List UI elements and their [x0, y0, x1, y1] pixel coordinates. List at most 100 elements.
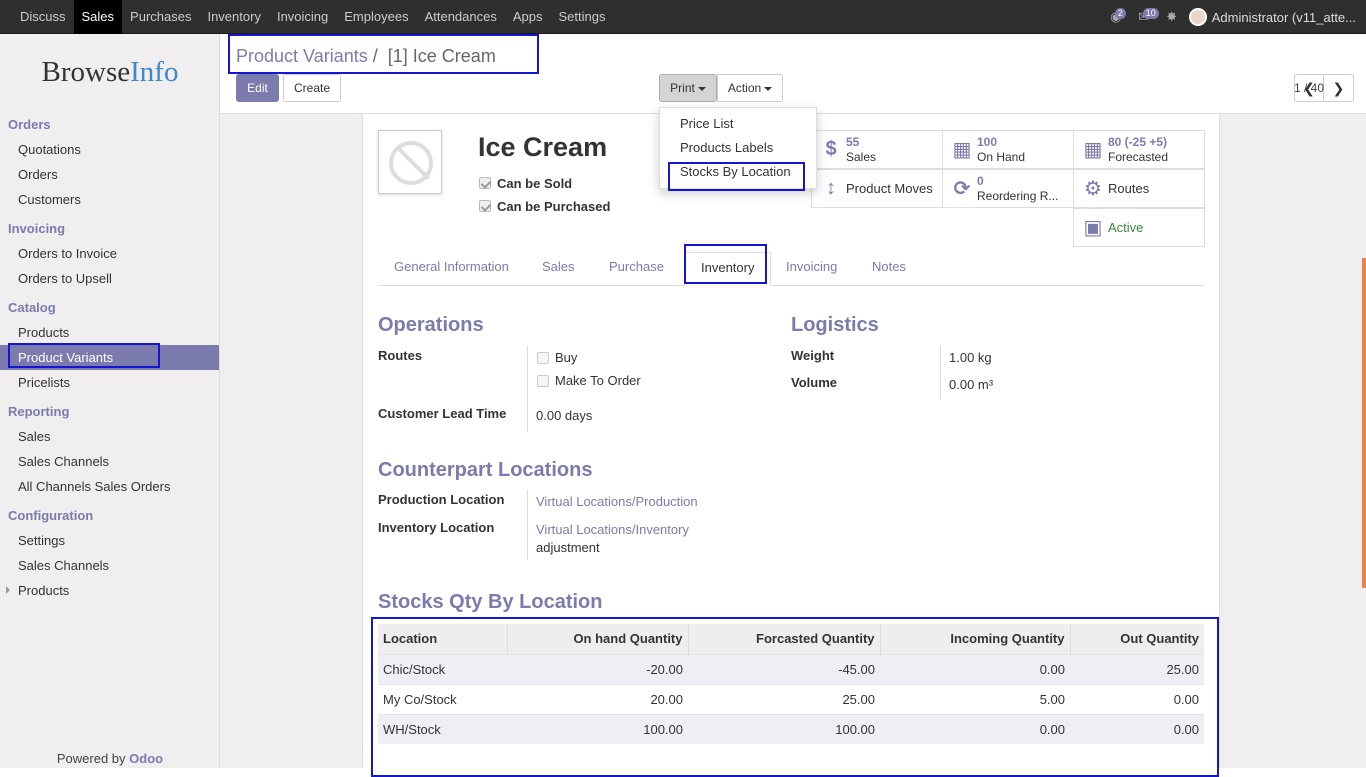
weight-value: 1.00 kg [949, 350, 992, 365]
product-image[interactable] [378, 130, 442, 194]
control-panel: Product Variants / [1] Ice Cream Edit Cr… [220, 34, 1366, 114]
col-forecasted[interactable]: Forcasted Quantity [688, 624, 881, 654]
route-buy-field[interactable]: Buy [537, 350, 577, 365]
inventory-location-value-line2: adjustment [536, 540, 600, 555]
forecast-smart-button[interactable]: ▦ 80 (-25 +5) Forecasted [1073, 130, 1205, 169]
menu-purchases[interactable]: Purchases [122, 0, 199, 34]
menu-attendances[interactable]: Attendances [417, 0, 505, 34]
can-be-purchased-checkbox[interactable] [479, 200, 491, 212]
table-row[interactable]: WH/Stock 100.00 100.00 0.00 0.00 [378, 713, 1204, 744]
sidebar-section-invoicing: Invoicing [8, 221, 66, 236]
arrows-vertical-icon: ↕ [826, 177, 836, 199]
chat-badge: 2 [1114, 8, 1126, 19]
form-notebook-tabs: General Information Sales Purchase Inven… [378, 252, 1204, 286]
bug-icon[interactable]: ✸ [1161, 0, 1183, 34]
lead-time-value: 0.00 days [536, 408, 593, 423]
route-buy-checkbox[interactable] [537, 351, 549, 364]
main-menu: Discuss Sales Purchases Inventory Invoic… [12, 0, 613, 34]
can-be-sold-checkbox[interactable] [479, 177, 491, 189]
breadcrumb-current: [1] Ice Cream [387, 46, 496, 66]
tab-notes[interactable]: Notes [856, 252, 922, 285]
sales-smart-button[interactable]: $ 55 Sales [811, 130, 943, 169]
user-name: Administrator (v11_atte... [1211, 9, 1356, 25]
onhand-smart-button[interactable]: ▦ 100 On Hand [942, 130, 1074, 169]
sidebar-item-config-products[interactable]: Products [0, 578, 219, 603]
can-be-purchased-field[interactable]: Can be Purchased [479, 197, 610, 215]
production-location-label: Production Location [378, 492, 505, 507]
print-dropdown-menu: Price List Products Labels Stocks By Loc… [659, 107, 817, 189]
sidebar-item-pricelists[interactable]: Pricelists [0, 370, 219, 395]
chat-icon[interactable]: ◉2 [1105, 0, 1127, 34]
inventory-location-link[interactable]: Virtual Locations/Inventory [536, 522, 689, 537]
sidebar-item-orders[interactable]: Orders [0, 162, 219, 187]
gears-icon: ⚙ [1084, 178, 1102, 200]
inventory-location-label: Inventory Location [378, 520, 495, 535]
tab-general-information[interactable]: General Information [378, 252, 525, 285]
create-button[interactable]: Create [283, 74, 341, 102]
refresh-icon: ⟳ [953, 178, 971, 200]
dollar-icon: $ [825, 138, 837, 160]
field-divider [940, 346, 941, 400]
menu-sales[interactable]: Sales [73, 0, 123, 34]
odoo-link[interactable]: Odoo [129, 751, 163, 766]
breadcrumb-parent[interactable]: Product Variants [236, 46, 368, 66]
col-out[interactable]: Out Quantity [1070, 624, 1204, 654]
col-location[interactable]: Location [378, 624, 508, 654]
table-header-row: Location On hand Quantity Forcasted Quan… [378, 624, 1204, 654]
print-menu-products-labels[interactable]: Products Labels [660, 136, 816, 160]
routes-smart-button[interactable]: ⚙ Routes [1073, 169, 1205, 208]
pager-value[interactable]: 1 / 40 [1294, 81, 1324, 95]
sidebar-item-product-variants[interactable]: Product Variants [0, 345, 219, 370]
sidebar-item-all-channels-sales-orders[interactable]: All Channels Sales Orders [0, 474, 219, 499]
menu-settings[interactable]: Settings [551, 0, 614, 34]
sidebar-item-config-sales-channels[interactable]: Sales Channels [0, 553, 219, 578]
edit-button[interactable]: Edit [236, 74, 279, 102]
reordering-smart-button[interactable]: ⟳ 0 Reordering R... [942, 169, 1074, 208]
menu-employees[interactable]: Employees [336, 0, 416, 34]
tab-sales[interactable]: Sales [526, 252, 591, 285]
building-icon: ▦ [1083, 139, 1103, 161]
menu-invoicing[interactable]: Invoicing [269, 0, 336, 34]
sidebar-item-customers[interactable]: Customers [0, 187, 219, 212]
route-mto-field[interactable]: Make To Order [537, 373, 641, 388]
product-moves-smart-button[interactable]: ↕ Product Moves [811, 169, 943, 208]
volume-value: 0.00 m³ [949, 377, 994, 392]
active-toggle-button[interactable]: ▣ Active [1073, 208, 1205, 247]
table-row[interactable]: Chic/Stock -20.00 -45.00 0.00 25.00 [378, 653, 1204, 684]
menu-inventory[interactable]: Inventory [199, 0, 268, 34]
product-name: Ice Cream [478, 132, 608, 162]
user-menu[interactable]: Administrator (v11_atte... [1188, 8, 1366, 26]
sidebar-section-configuration: Configuration [8, 508, 94, 523]
sidebar-item-settings[interactable]: Settings [0, 528, 219, 553]
table-row[interactable]: My Co/Stock 20.00 25.00 5.00 0.00 [378, 683, 1204, 714]
print-menu-price-list[interactable]: Price List [660, 112, 816, 136]
sidebar-item-reporting-sales[interactable]: Sales [0, 424, 219, 449]
sidebar: BrowseInfo Orders Quotations Orders Cust… [0, 34, 220, 768]
menu-apps[interactable]: Apps [505, 0, 551, 34]
sidebar-item-quotations[interactable]: Quotations [0, 137, 219, 162]
avatar [1188, 8, 1207, 26]
col-onhand[interactable]: On hand Quantity [507, 624, 689, 654]
print-button[interactable]: Print [659, 74, 717, 102]
can-be-sold-field[interactable]: Can be Sold [479, 174, 572, 192]
sidebar-item-sales-channels[interactable]: Sales Channels [0, 449, 219, 474]
pager-next-button[interactable]: ❯ [1324, 74, 1354, 102]
tab-invoicing[interactable]: Invoicing [770, 252, 853, 285]
tab-purchase[interactable]: Purchase [593, 252, 680, 285]
print-menu-stocks-by-location[interactable]: Stocks By Location [660, 160, 816, 184]
sidebar-item-orders-to-upsell[interactable]: Orders to Upsell [0, 266, 219, 291]
sidebar-item-products[interactable]: Products [0, 320, 219, 345]
building-icon: ▦ [952, 139, 972, 161]
breadcrumb-separator: / [372, 46, 378, 66]
production-location-link[interactable]: Virtual Locations/Production [536, 494, 698, 509]
volume-label: Volume [791, 375, 837, 390]
tab-inventory[interactable]: Inventory [684, 252, 772, 286]
col-incoming[interactable]: Incoming Quantity [880, 624, 1071, 654]
action-button[interactable]: Action [717, 74, 783, 102]
activity-icon[interactable]: ✉10 [1133, 0, 1159, 34]
scrollbar[interactable] [1362, 258, 1366, 588]
route-mto-checkbox[interactable] [537, 374, 549, 387]
sidebar-item-orders-to-invoice[interactable]: Orders to Invoice [0, 241, 219, 266]
no-image-icon [389, 141, 433, 185]
menu-discuss[interactable]: Discuss [12, 0, 74, 34]
